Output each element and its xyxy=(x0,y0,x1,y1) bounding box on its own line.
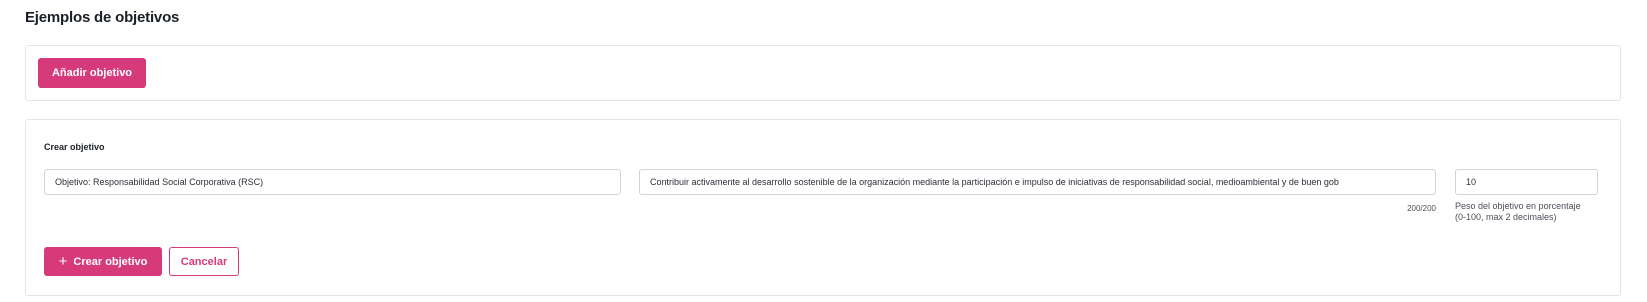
create-objective-label: Crear objetivo xyxy=(73,255,148,268)
weight-help-text: Peso del objetivo en porcentaje (0-100, … xyxy=(1455,201,1581,222)
actions-card: Añadir objetivo xyxy=(25,45,1621,101)
plus-icon: + xyxy=(58,252,68,270)
add-objective-button[interactable]: Añadir objetivo xyxy=(38,58,146,88)
form-title: Crear objetivo xyxy=(44,142,105,152)
objective-description-input[interactable] xyxy=(639,169,1436,195)
objective-weight-input[interactable] xyxy=(1455,169,1598,195)
create-objective-button[interactable]: + Crear objetivo xyxy=(44,247,162,276)
objective-name-input[interactable] xyxy=(44,169,621,195)
cancel-button[interactable]: Cancelar xyxy=(169,247,239,276)
page-title: Ejemplos de objetivos xyxy=(25,9,180,26)
create-objective-form: Crear objetivo 200/200 Peso del objetivo… xyxy=(25,119,1621,296)
description-char-counter: 200/200 xyxy=(1407,204,1436,213)
